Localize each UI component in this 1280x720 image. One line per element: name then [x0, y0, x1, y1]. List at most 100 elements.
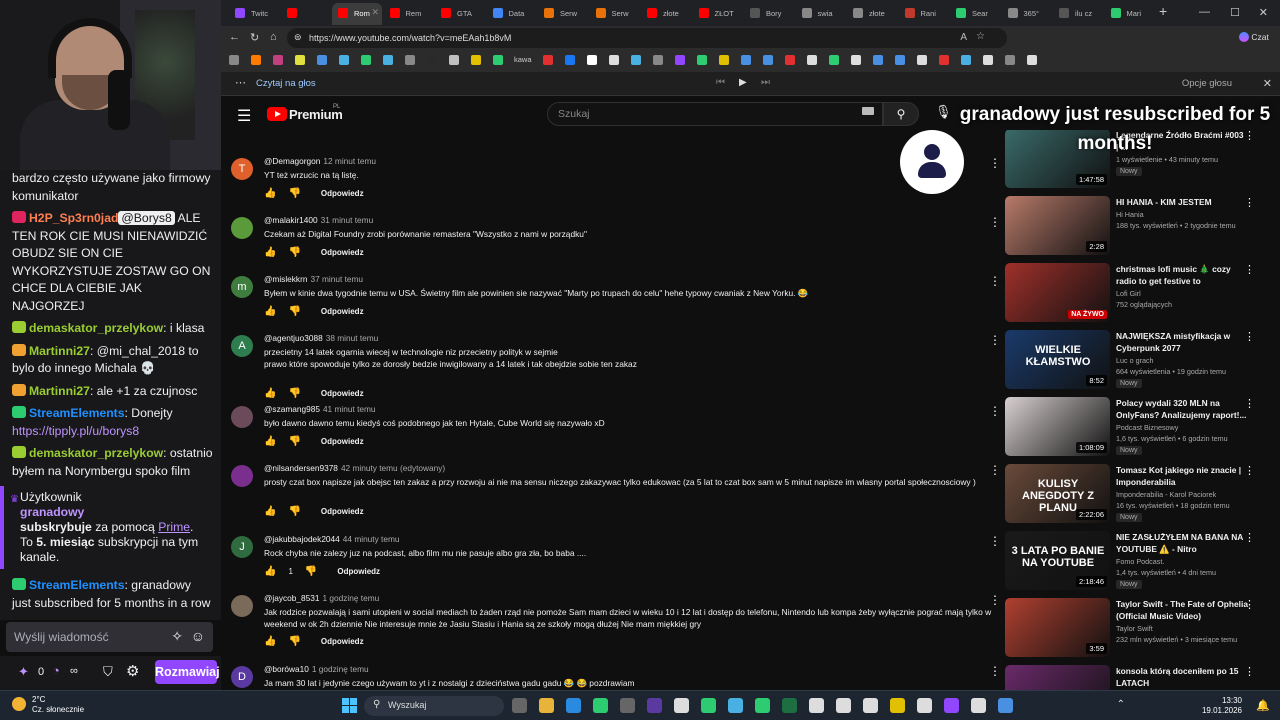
read-aloud-dots-icon[interactable]: ⋯: [235, 76, 246, 89]
browser-tab[interactable]: Serw: [590, 3, 640, 25]
comment-time[interactable]: 44 minuty temu: [343, 534, 400, 544]
bits-icon[interactable]: ✧: [171, 628, 183, 645]
comment-avatar[interactable]: [231, 217, 253, 239]
favorite-site-icon[interactable]: [829, 55, 839, 65]
comment-avatar[interactable]: D: [231, 666, 253, 688]
taskbar-app-icon[interactable]: [782, 698, 797, 713]
favorite-site-icon[interactable]: [917, 55, 927, 65]
comment-author[interactable]: @mislekkrn: [264, 274, 307, 284]
video-thumbnail[interactable]: [1005, 665, 1110, 690]
favorite-site-icon[interactable]: [807, 55, 817, 65]
browser-tab[interactable]: złote: [847, 3, 897, 25]
video-thumbnail[interactable]: 3 LATA PO BANIE NA YOUTUBE 2:18:46: [1005, 531, 1110, 590]
chat-username[interactable]: demaskator_przelykow: [29, 446, 163, 460]
favorite-site-icon[interactable]: [317, 55, 327, 65]
like-thumb-icon[interactable]: 👍: [264, 436, 276, 447]
comment-menu-icon[interactable]: ⋮: [989, 534, 1001, 548]
browser-tab[interactable]: swia: [796, 3, 846, 25]
youtube-logo-icon[interactable]: [267, 107, 287, 121]
related-video[interactable]: NA ŻYWO christmas lofi music 🎄 cozy radio…: [1005, 263, 1265, 329]
browser-tab[interactable]: Rom ✕: [332, 3, 382, 25]
like-thumb-icon[interactable]: 👍: [264, 188, 276, 199]
browser-tab[interactable]: 365°: [1002, 3, 1052, 25]
video-title[interactable]: Taylor Swift - The Fate of Ophelia (Offi…: [1116, 598, 1248, 622]
sub-user[interactable]: granadowy: [20, 505, 207, 520]
chat-mention[interactable]: @Borys8: [118, 211, 175, 225]
comment-author[interactable]: @szamang985: [264, 404, 320, 414]
taskbar-app-icon[interactable]: [944, 698, 959, 713]
site-info-icon[interactable]: ⊜: [294, 32, 302, 43]
new-tab-icon[interactable]: +: [1159, 3, 1167, 19]
reply-button[interactable]: Odpowiedz: [321, 437, 364, 446]
comment-menu-icon[interactable]: ⋮: [989, 156, 1001, 170]
reply-button[interactable]: Odpowiedz: [321, 307, 364, 316]
taskbar-app-icon[interactable]: [701, 698, 716, 713]
video-menu-icon[interactable]: ⋮: [1244, 196, 1255, 209]
home-icon[interactable]: ⌂: [270, 31, 277, 43]
sub-prime[interactable]: Prime: [158, 520, 190, 534]
comment-time[interactable]: 37 minut temu: [310, 274, 363, 284]
minimize-icon[interactable]: —: [1199, 6, 1210, 18]
dislike-thumb-icon[interactable]: 👎: [288, 188, 300, 199]
play-icon[interactable]: ▶: [739, 77, 747, 88]
voice-search-icon[interactable]: 🎙: [935, 104, 952, 120]
reply-button[interactable]: Odpowiedz: [321, 248, 364, 257]
start-button[interactable]: [342, 698, 358, 714]
video-channel[interactable]: Luc o grach: [1116, 356, 1154, 365]
like-thumb-icon[interactable]: 👍: [264, 506, 276, 517]
favorite-site-icon[interactable]: [675, 55, 685, 65]
related-video[interactable]: 2:28 HI HANIA - KIM JESTEM Hi Hania 188 tys…: [1005, 196, 1265, 262]
comment-author[interactable]: @agentjuo3088: [264, 333, 323, 343]
weather-widget[interactable]: 2°C Cz. słonecznie: [12, 695, 84, 715]
comment-time[interactable]: 1 godzinę temu: [312, 664, 369, 674]
comment-menu-icon[interactable]: ⋮: [989, 274, 1001, 288]
favorite-site-icon[interactable]: [493, 55, 503, 65]
comment-time[interactable]: 1 godzinę temu: [322, 593, 379, 603]
favorite-site-icon[interactable]: [565, 55, 575, 65]
comment-author[interactable]: @malakir1400: [264, 215, 318, 225]
read-aloud-icon[interactable]: A: [960, 32, 967, 43]
taskbar-app-icon[interactable]: [674, 698, 689, 713]
reply-button[interactable]: Odpowiedz: [321, 507, 364, 516]
shield-icon[interactable]: ⛉: [103, 664, 113, 680]
taskbar-app-icon[interactable]: [512, 698, 527, 713]
back-icon[interactable]: ←: [229, 31, 240, 43]
favorite-site-icon[interactable]: [631, 55, 641, 65]
favorite-site-icon[interactable]: [741, 55, 751, 65]
video-menu-icon[interactable]: ⋮: [1244, 330, 1255, 343]
comment-menu-icon[interactable]: ⋮: [989, 463, 1001, 477]
settings-gear-icon[interactable]: ⚙: [126, 662, 139, 680]
chat-username[interactable]: StreamElements: [29, 578, 125, 592]
favorite-star-icon[interactable]: ☆: [976, 31, 985, 42]
video-title[interactable]: HI HANIA - KIM JESTEM: [1116, 196, 1248, 208]
video-channel[interactable]: Lofi Girl: [1116, 289, 1141, 298]
close-window-icon[interactable]: ✕: [1259, 6, 1268, 19]
favorite-site-icon[interactable]: [1027, 55, 1037, 65]
browser-tab[interactable]: Mari: [1105, 3, 1155, 25]
next-paragraph-icon[interactable]: ⏭: [761, 77, 770, 88]
browser-tab[interactable]: złote: [641, 3, 691, 25]
dislike-thumb-icon[interactable]: 👎: [288, 636, 300, 647]
video-title[interactable]: NAJWIĘKSZA mistyfikacja w Cyberpunk 2077: [1116, 330, 1248, 354]
copilot-button[interactable]: Czat: [1239, 29, 1279, 47]
taskbar-app-icon[interactable]: [593, 698, 608, 713]
comment-avatar[interactable]: J: [231, 536, 253, 558]
favorite-site-icon[interactable]: [983, 55, 993, 65]
taskbar-app-icon[interactable]: [539, 698, 554, 713]
like-thumb-icon[interactable]: 👍: [264, 247, 276, 258]
favorite-site-icon[interactable]: [653, 55, 663, 65]
browser-tab[interactable]: Twitc: [229, 3, 279, 25]
comment-avatar[interactable]: A: [231, 335, 253, 357]
comment-menu-icon[interactable]: ⋮: [989, 664, 1001, 678]
dislike-thumb-icon[interactable]: 👎: [288, 388, 300, 399]
favorite-site-icon[interactable]: [939, 55, 949, 65]
related-video[interactable]: 1:08:09 Polacy wydali 320 MLN na OnlyFans…: [1005, 397, 1265, 463]
voice-options-button[interactable]: Opcje głosu: [1182, 78, 1232, 89]
chat-username[interactable]: demaskator_przelykow: [29, 321, 163, 335]
search-button[interactable]: ⚲: [883, 102, 919, 126]
favorite-site-icon[interactable]: [383, 55, 393, 65]
browser-tab[interactable]: Sear: [950, 3, 1000, 25]
chat-send-button[interactable]: Rozmawiaj: [155, 660, 220, 684]
like-thumb-icon[interactable]: 👍: [264, 636, 276, 647]
related-video[interactable]: konsola którą doceniłem po 15 LATACHJord…: [1005, 665, 1265, 690]
